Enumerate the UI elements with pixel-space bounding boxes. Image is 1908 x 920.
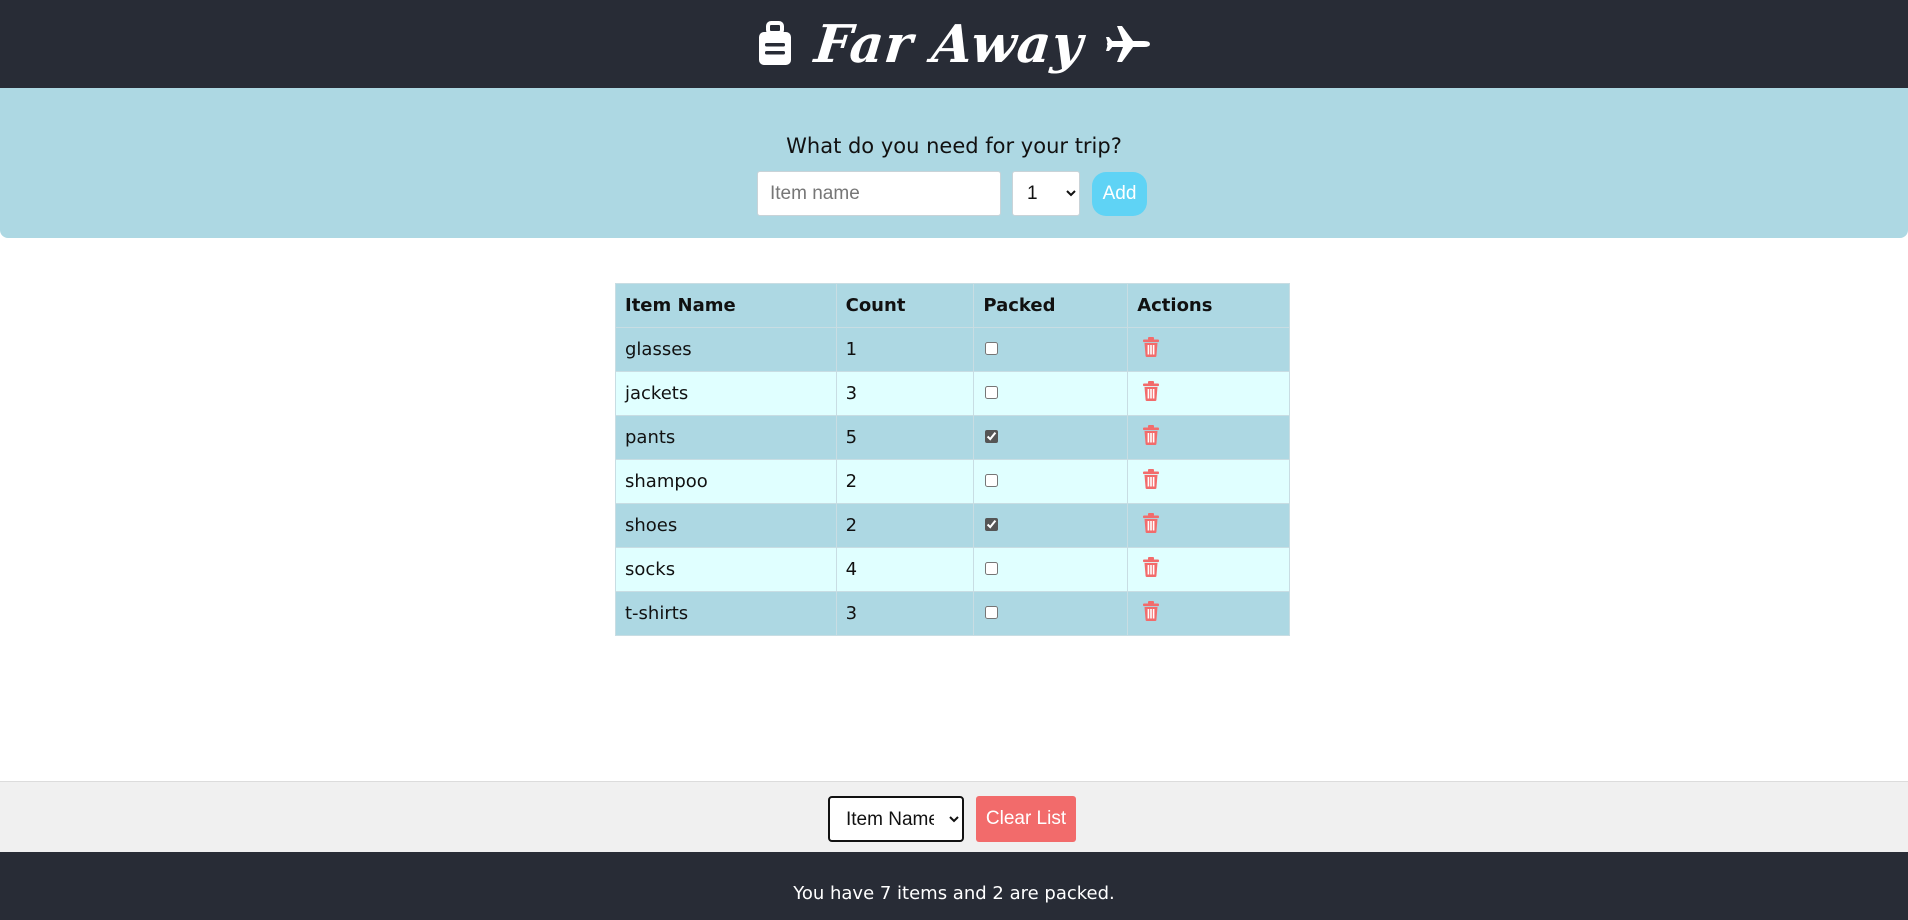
trash-icon[interactable] xyxy=(1143,469,1160,494)
item-actions-cell xyxy=(1127,459,1290,504)
packed-checkbox[interactable] xyxy=(985,518,999,531)
item-packed-cell xyxy=(973,459,1129,504)
table-row: t-shirts 3 xyxy=(615,591,1290,636)
item-packed-cell xyxy=(973,371,1129,416)
item-actions-cell xyxy=(1127,327,1290,372)
table-row: shampoo 2 xyxy=(615,459,1290,504)
header-actions: Actions xyxy=(1127,283,1290,328)
sort-select[interactable]: Item Name xyxy=(828,796,964,842)
packing-list-table: Item Name Count Packed Actions glasses 1 j… xyxy=(615,283,1290,636)
item-count-cell: 1 xyxy=(835,327,975,372)
header-item-name: Item Name xyxy=(615,283,837,328)
item-packed-cell xyxy=(973,547,1129,592)
item-actions-cell xyxy=(1127,591,1290,636)
item-actions-cell xyxy=(1127,547,1290,592)
item-count-cell: 4 xyxy=(835,547,975,592)
table-row: shoes 2 xyxy=(615,503,1290,548)
packed-checkbox[interactable] xyxy=(985,562,999,575)
item-name-cell: pants xyxy=(615,415,837,460)
item-name-input[interactable] xyxy=(757,171,1001,216)
table-row: pants 5 xyxy=(615,415,1290,460)
item-name-cell: shoes xyxy=(615,503,837,548)
item-name-cell: socks xyxy=(615,547,837,592)
header-count: Count xyxy=(835,283,975,328)
item-count-cell: 3 xyxy=(835,371,975,416)
item-actions-cell xyxy=(1127,503,1290,548)
packed-checkbox[interactable] xyxy=(985,474,999,487)
item-name-cell: shampoo xyxy=(615,459,837,504)
trash-icon[interactable] xyxy=(1143,601,1160,626)
form-question: What do you need for your trip? xyxy=(786,134,1122,158)
item-count-cell: 2 xyxy=(835,459,975,504)
item-packed-cell xyxy=(973,327,1129,372)
item-count-cell: 5 xyxy=(835,415,975,460)
packed-checkbox[interactable] xyxy=(985,430,999,443)
packed-checkbox[interactable] xyxy=(985,342,999,355)
app-header: Far Away xyxy=(0,0,1908,88)
trash-icon[interactable] xyxy=(1143,425,1160,450)
table-row: socks 4 xyxy=(615,547,1290,592)
trash-icon[interactable] xyxy=(1143,557,1160,582)
packed-checkbox[interactable] xyxy=(985,606,999,619)
sort-bar: Item Name Clear List xyxy=(0,781,1908,852)
packed-checkbox[interactable] xyxy=(985,386,999,399)
table-row: glasses 1 xyxy=(615,327,1290,372)
stats-text: You have 7 items and 2 are packed. xyxy=(793,883,1115,904)
trash-icon[interactable] xyxy=(1143,381,1160,406)
trash-icon[interactable] xyxy=(1143,337,1160,362)
item-packed-cell xyxy=(973,503,1129,548)
table-header-row: Item Name Count Packed Actions xyxy=(615,283,1290,328)
item-name-cell: jackets xyxy=(615,371,837,416)
header-packed: Packed xyxy=(973,283,1129,328)
item-actions-cell xyxy=(1127,371,1290,416)
suitcase-icon xyxy=(757,21,793,67)
brand: Far Away xyxy=(757,14,1151,75)
airplane-icon xyxy=(1105,24,1151,64)
table-row: jackets 3 xyxy=(615,371,1290,416)
add-button[interactable]: Add xyxy=(1092,172,1147,216)
quantity-select[interactable]: 1 xyxy=(1012,171,1080,216)
item-name-cell: t-shirts xyxy=(615,591,837,636)
clear-list-button[interactable]: Clear List xyxy=(976,796,1076,842)
app-title: Far Away xyxy=(811,13,1087,75)
item-packed-cell xyxy=(973,415,1129,460)
item-count-cell: 3 xyxy=(835,591,975,636)
item-packed-cell xyxy=(973,591,1129,636)
item-actions-cell xyxy=(1127,415,1290,460)
item-name-cell: glasses xyxy=(615,327,837,372)
stats-footer: You have 7 items and 2 are packed. xyxy=(0,852,1908,920)
item-count-cell: 2 xyxy=(835,503,975,548)
trash-icon[interactable] xyxy=(1143,513,1160,538)
add-item-form: What do you need for your trip? 1 Add xyxy=(0,88,1908,238)
